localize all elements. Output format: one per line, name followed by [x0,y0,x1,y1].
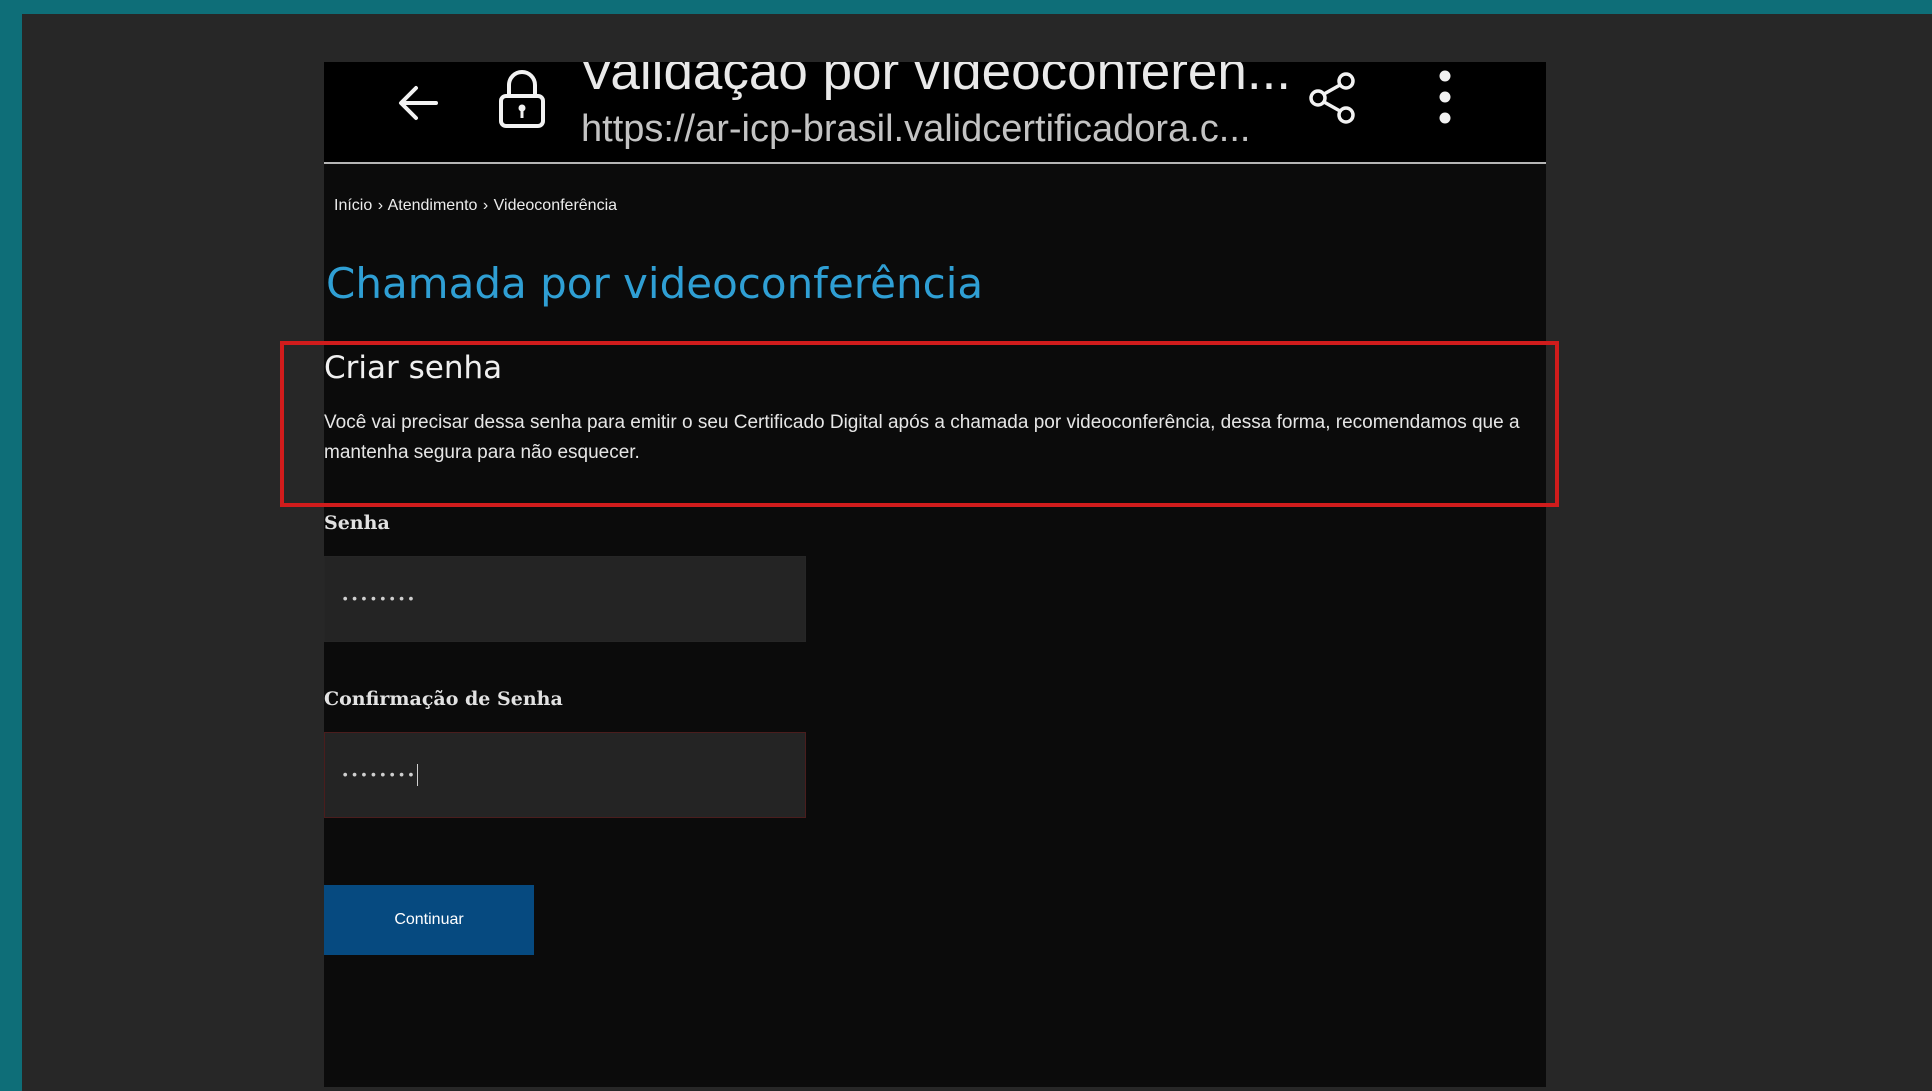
confirm-password-input[interactable]: •••••••• [324,732,806,818]
arrow-left-icon[interactable] [392,76,446,130]
password-input[interactable]: •••••••• [324,556,806,642]
breadcrumb-separator: › [377,197,384,214]
share-icon[interactable] [1306,68,1362,128]
breadcrumb-separator: › [482,197,489,214]
screenshot-frame: Validação por videoconferen... https://a… [22,14,1932,1091]
continue-button[interactable]: Continuar [324,885,534,955]
phone-screen: Validação por videoconferen... https://a… [324,62,1546,1087]
page-title: Chamada por videoconferência [326,259,984,308]
browser-toolbar: Validação por videoconferen... https://a… [324,62,1546,164]
highlight-annotation-box [280,341,1559,507]
text-caret [417,764,419,787]
page-tab-title[interactable]: Validação por videoconferen... [579,62,1291,104]
breadcrumb-item-videoconferencia: Videoconferência [493,197,618,214]
lock-icon[interactable] [496,66,548,130]
breadcrumb: Início › Atendimento › Videoconferência [334,196,617,216]
confirm-password-input-value: •••••••• [341,768,417,784]
password-label: Senha [324,512,390,534]
breadcrumb-item-atendimento[interactable]: Atendimento [388,197,478,214]
screenshot-left-border [0,0,22,1091]
breadcrumb-item-inicio[interactable]: Início [334,197,372,214]
address-bar-url[interactable]: https://ar-icp-brasil.validcertificadora… [581,106,1250,152]
screenshot-top-border [0,0,1932,14]
password-input-value: •••••••• [341,592,417,608]
confirm-password-label: Confirmação de Senha [324,688,563,710]
more-vertical-icon[interactable] [1432,66,1458,128]
